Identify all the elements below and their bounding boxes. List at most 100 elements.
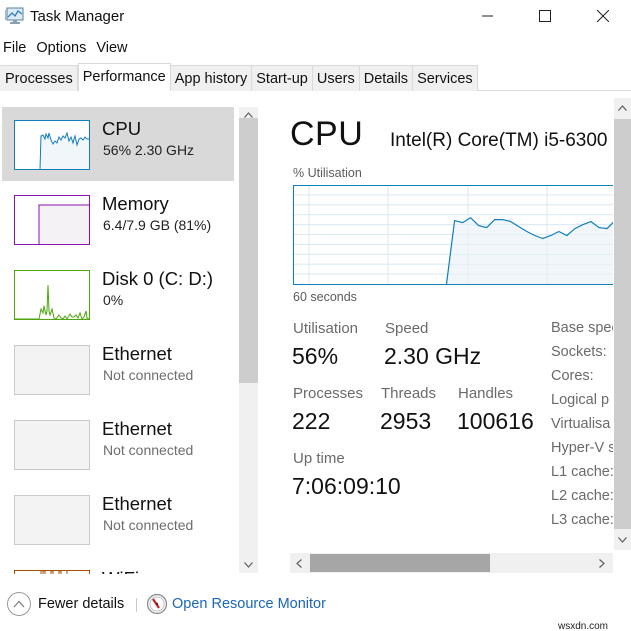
resource-item-disk[interactable]: Disk 0 (C: D:) 0% <box>2 257 234 331</box>
speed-value: 2.30 GHz <box>384 343 482 369</box>
ethernet-thumbnail-graph <box>14 420 90 470</box>
utilisation-label: Utilisation <box>293 320 359 337</box>
chevron-up-icon <box>618 105 627 111</box>
graph-x-label: 60 seconds <box>293 290 357 304</box>
disk-thumb-line <box>15 284 89 319</box>
resource-item-ethernet-1[interactable]: Ethernet Not connected <box>2 332 234 406</box>
processes-value: 222 <box>292 408 331 434</box>
tab-details[interactable]: Details <box>359 65 414 91</box>
resource-summary: Not connected <box>103 367 194 383</box>
tab-bar: Processes Performance App history Start-… <box>0 63 631 91</box>
chevron-right-icon <box>599 558 605 568</box>
spec-l1-cache-label: L1 cache: <box>551 464 613 480</box>
resource-item-wifi[interactable]: WiFi <box>2 557 234 574</box>
utilisation-value: 56% <box>292 343 339 369</box>
menu-bar: File Options View <box>0 37 134 59</box>
spec-cores-label: Cores: <box>551 368 594 384</box>
spec-logical-processors-label: Logical p <box>551 392 610 408</box>
resource-summary: Not connected <box>103 517 194 533</box>
uptime-label: Up time <box>293 450 345 467</box>
resource-name: WiFi <box>102 568 139 574</box>
memory-thumb-area <box>39 205 89 244</box>
minimize-icon <box>482 15 493 17</box>
task-manager-icon <box>5 7 25 25</box>
detail-vertical-scrollbar[interactable] <box>614 98 631 550</box>
spec-sockets-label: Sockets: <box>551 344 607 360</box>
resource-name: Ethernet <box>102 418 172 439</box>
resource-item-memory[interactable]: Memory 6.4/7.9 GB (81%) <box>2 182 234 256</box>
cpu-utilisation-graph <box>293 185 613 285</box>
close-button[interactable] <box>580 0 626 32</box>
chevron-up-circle-icon <box>13 600 25 608</box>
uptime-value: 7:06:09:10 <box>292 473 401 499</box>
resource-list-scrollbar[interactable] <box>239 107 258 573</box>
cpu-thumbnail-graph <box>14 120 90 170</box>
open-resource-monitor-link[interactable]: Open Resource Monitor <box>172 596 326 612</box>
threads-label: Threads <box>381 385 437 402</box>
close-icon <box>597 10 609 22</box>
spec-base-speed-label: Base spee <box>551 320 613 336</box>
spec-l3-cache-label: L3 cache: <box>551 512 613 528</box>
graph-y-label: % Utilisation <box>293 166 362 180</box>
tab-performance[interactable]: Performance <box>77 63 171 91</box>
tab-start-up[interactable]: Start-up <box>252 65 313 91</box>
scrollbar-thumb[interactable] <box>310 554 490 572</box>
tab-processes[interactable]: Processes <box>0 65 78 91</box>
scroll-left-button[interactable] <box>290 553 308 573</box>
minimize-button[interactable] <box>465 0 511 32</box>
resource-name: CPU <box>102 118 142 139</box>
spec-virtualisation-label: Virtualisa <box>551 416 611 432</box>
resource-name: Disk 0 (C: D:) <box>102 268 213 289</box>
ethernet-thumbnail-graph <box>14 495 90 545</box>
ethernet-thumbnail-graph <box>14 345 90 395</box>
resource-summary: 0% <box>103 292 124 308</box>
resource-list: CPU 56% 2.30 GHz Memory 6.4/7.9 GB (81%)… <box>0 92 260 574</box>
scrollbar-thumb[interactable] <box>614 119 631 529</box>
resource-name: Ethernet <box>102 493 172 514</box>
fewer-details-label[interactable]: Fewer details <box>38 596 124 612</box>
resource-name: Ethernet <box>102 343 172 364</box>
resource-summary: 56% 2.30 GHz <box>103 142 195 158</box>
title-bar: Task Manager <box>0 0 631 34</box>
resource-item-ethernet-3[interactable]: Ethernet Not connected <box>2 482 234 556</box>
spec-hyper-v-label: Hyper-V s <box>551 440 613 456</box>
resource-summary: Not connected <box>103 442 194 458</box>
wifi-thumbnail-graph <box>14 570 90 574</box>
tab-users[interactable]: Users <box>312 65 360 91</box>
menu-view[interactable]: View <box>92 37 131 59</box>
disk-thumbnail-graph <box>14 270 90 320</box>
detail-title: CPU <box>290 115 364 153</box>
scroll-right-button[interactable] <box>593 553 611 573</box>
cpu-detail-panel: CPU Intel(R) Core(TM) i5-6300 % Utilisat… <box>280 95 613 550</box>
handles-value: 100616 <box>457 408 534 434</box>
window-title: Task Manager <box>30 8 125 25</box>
wifi-thumb-line <box>40 571 68 574</box>
fewer-details-button[interactable] <box>7 592 31 616</box>
handles-label: Handles <box>458 385 514 402</box>
resource-monitor-icon <box>146 593 168 615</box>
resource-item-cpu[interactable]: CPU 56% 2.30 GHz <box>2 107 234 181</box>
resource-summary: 6.4/7.9 GB (81%) <box>103 217 212 233</box>
scroll-down-button[interactable] <box>614 532 631 548</box>
processes-label: Processes <box>293 385 364 402</box>
spec-l2-cache-label: L2 cache: <box>551 488 613 504</box>
threads-value: 2953 <box>380 408 432 434</box>
maximize-button[interactable] <box>522 0 568 32</box>
cpu-model-name: Intel(R) Core(TM) i5-6300 <box>390 130 608 151</box>
resource-item-ethernet-2[interactable]: Ethernet Not connected <box>2 407 234 481</box>
speed-label: Speed <box>385 320 429 337</box>
detail-horizontal-scrollbar[interactable] <box>290 553 613 573</box>
memory-thumbnail-graph <box>14 195 90 245</box>
scroll-down-button[interactable] <box>239 557 258 573</box>
tab-services[interactable]: Services <box>413 65 478 91</box>
resource-name: Memory <box>102 193 169 214</box>
menu-file[interactable]: File <box>0 37 30 59</box>
footer: Fewer details Open Resource Monitor <box>0 590 631 620</box>
chevron-down-icon <box>618 537 627 543</box>
scrollbar-thumb[interactable] <box>239 118 258 383</box>
watermark-text: wsxdn.com <box>558 621 609 631</box>
chevron-down-icon <box>244 562 253 568</box>
scroll-up-button[interactable] <box>614 100 631 116</box>
menu-options[interactable]: Options <box>32 37 90 59</box>
tab-app-history[interactable]: App history <box>170 65 253 91</box>
